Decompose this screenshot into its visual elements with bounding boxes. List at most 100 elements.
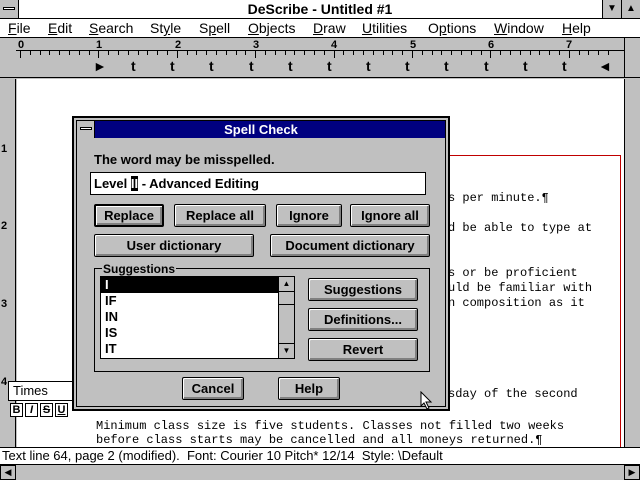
ruler-tick xyxy=(29,51,31,55)
dialog-system-menu-button[interactable] xyxy=(77,121,95,138)
maximize-button[interactable]: ▲ xyxy=(621,0,640,18)
tab-stop[interactable]: t xyxy=(405,58,410,74)
scroll-up-arrow-icon[interactable]: ▲ xyxy=(279,277,294,292)
definitions-button[interactable]: Definitions... xyxy=(308,308,418,331)
ignore-button[interactable]: Ignore xyxy=(276,204,342,227)
ruler-tick xyxy=(343,51,345,55)
scroll-down-arrow-icon[interactable]: ▼ xyxy=(279,343,294,358)
ruler-tick xyxy=(480,51,482,55)
cancel-button[interactable]: Cancel xyxy=(182,377,244,400)
word-suffix: - Advanced Editing xyxy=(138,176,259,191)
ruler-tick xyxy=(108,51,110,55)
italic-button[interactable]: I xyxy=(25,403,38,417)
ruler-tick xyxy=(431,51,433,55)
ruler-number: 5 xyxy=(410,39,417,51)
ruler-tick xyxy=(510,51,511,55)
minimize-button[interactable]: ▼ xyxy=(602,0,621,18)
ruler-tick xyxy=(539,51,541,55)
tab-stop[interactable]: t xyxy=(523,58,528,74)
ruler-tick xyxy=(412,50,413,58)
ruler-tick xyxy=(196,51,198,55)
scroll-thumb[interactable] xyxy=(279,291,294,305)
scroll-left-arrow-icon[interactable]: ◀ xyxy=(0,465,16,480)
user-dictionary-button[interactable]: User dictionary xyxy=(94,234,254,257)
ignore-all-button[interactable]: Ignore all xyxy=(350,204,430,227)
suggestion-item[interactable]: I xyxy=(101,277,294,293)
menu-options[interactable]: Options xyxy=(428,20,476,36)
suggestion-item[interactable]: IF xyxy=(101,293,294,309)
ruler-tick xyxy=(49,51,51,55)
spell-check-dialog: Spell Check The word may be misspelled. … xyxy=(72,116,450,411)
document-line: s or be proficient xyxy=(448,266,578,280)
ruler-tick xyxy=(147,51,149,55)
window-title: DeScribe - Untitled #1 xyxy=(247,1,393,17)
menu-utilities[interactable]: Utilities xyxy=(362,20,407,36)
misspelled-word-field[interactable]: Level II - Advanced Editing xyxy=(90,172,426,195)
ruler-baseline xyxy=(16,50,624,51)
revert-button[interactable]: Revert xyxy=(308,338,418,361)
tab-stop[interactable]: t xyxy=(327,58,332,74)
document-line: s per minute.¶ xyxy=(448,191,549,205)
right-margin-marker[interactable]: ◄ xyxy=(598,58,612,74)
horizontal-scrollbar[interactable]: ◀ ▶ xyxy=(0,465,640,480)
menu-objects[interactable]: Objects xyxy=(248,20,295,36)
tab-stop[interactable]: t xyxy=(562,58,567,74)
ruler-tick xyxy=(588,51,590,55)
horizontal-ruler[interactable]: 0 1 2 3 4 5 6 7 ► t t t t t t t t t t t … xyxy=(0,38,640,78)
minimize-icon: ▼ xyxy=(607,3,617,14)
maximize-icon: ▲ xyxy=(626,3,636,14)
ruler-tick xyxy=(59,51,61,55)
tab-stop[interactable]: t xyxy=(170,58,175,74)
replace-all-button[interactable]: Replace all xyxy=(174,204,266,227)
suggestions-list[interactable]: I IF IN IS IT xyxy=(100,276,295,359)
replace-button[interactable]: Replace xyxy=(94,204,164,227)
vertical-scrollbar[interactable] xyxy=(624,79,640,447)
menu-bar: File Edit Search Style Spell Objects Dra… xyxy=(0,19,640,38)
ruler-tick xyxy=(206,51,208,55)
underline-button[interactable]: U xyxy=(55,403,68,417)
ruler-tick xyxy=(235,51,237,55)
dialog-title-bar[interactable]: Spell Check xyxy=(77,121,445,138)
misspelled-word-selection: II xyxy=(130,176,139,191)
menu-draw[interactable]: Draw xyxy=(313,20,346,36)
tab-stop[interactable]: t xyxy=(288,58,293,74)
tab-stop[interactable]: t xyxy=(484,58,489,74)
document-line: sday of the second xyxy=(448,387,578,401)
scroll-right-arrow-icon[interactable]: ▶ xyxy=(624,465,640,480)
ruler-tick xyxy=(88,51,90,55)
help-button[interactable]: Help xyxy=(278,377,340,400)
suggestion-item[interactable]: IS xyxy=(101,325,294,341)
ruler-tick xyxy=(137,51,139,55)
tab-stop[interactable]: t xyxy=(249,58,254,74)
menu-help[interactable]: Help xyxy=(562,20,591,36)
menu-style[interactable]: Style xyxy=(150,20,181,36)
menu-window[interactable]: Window xyxy=(494,20,544,36)
strikethrough-button[interactable]: S xyxy=(40,403,53,417)
menu-file[interactable]: File xyxy=(8,20,31,36)
ruler-tick xyxy=(500,51,502,55)
misspelled-message: The word may be misspelled. xyxy=(94,152,275,167)
tab-stop[interactable]: t xyxy=(444,58,449,74)
ruler-tick xyxy=(274,51,276,55)
ruler-tick xyxy=(245,51,247,55)
bold-button[interactable]: B xyxy=(10,403,23,417)
ruler-tick xyxy=(490,50,492,58)
suggestions-scrollbar[interactable]: ▲ ▼ xyxy=(278,276,295,359)
ruler-tick xyxy=(265,51,266,55)
tab-stop[interactable]: t xyxy=(209,58,214,74)
ruler-tick xyxy=(363,51,364,55)
tab-stop[interactable]: t xyxy=(131,58,136,74)
tab-stop[interactable]: t xyxy=(366,58,371,74)
ruler-tick xyxy=(225,51,227,55)
menu-edit[interactable]: Edit xyxy=(48,20,72,36)
suggestion-item[interactable]: IT xyxy=(101,341,294,357)
ruler-tick xyxy=(186,51,188,55)
suggestion-item[interactable]: IN xyxy=(101,309,294,325)
font-name-field[interactable]: Times xyxy=(8,381,80,401)
suggestions-button[interactable]: Suggestions xyxy=(308,278,418,301)
document-dictionary-button[interactable]: Document dictionary xyxy=(270,234,430,257)
ruler-tick xyxy=(568,50,570,58)
menu-spell[interactable]: Spell xyxy=(199,20,230,36)
menu-search[interactable]: Search xyxy=(89,20,133,36)
left-indent-marker[interactable]: ► xyxy=(93,58,107,74)
